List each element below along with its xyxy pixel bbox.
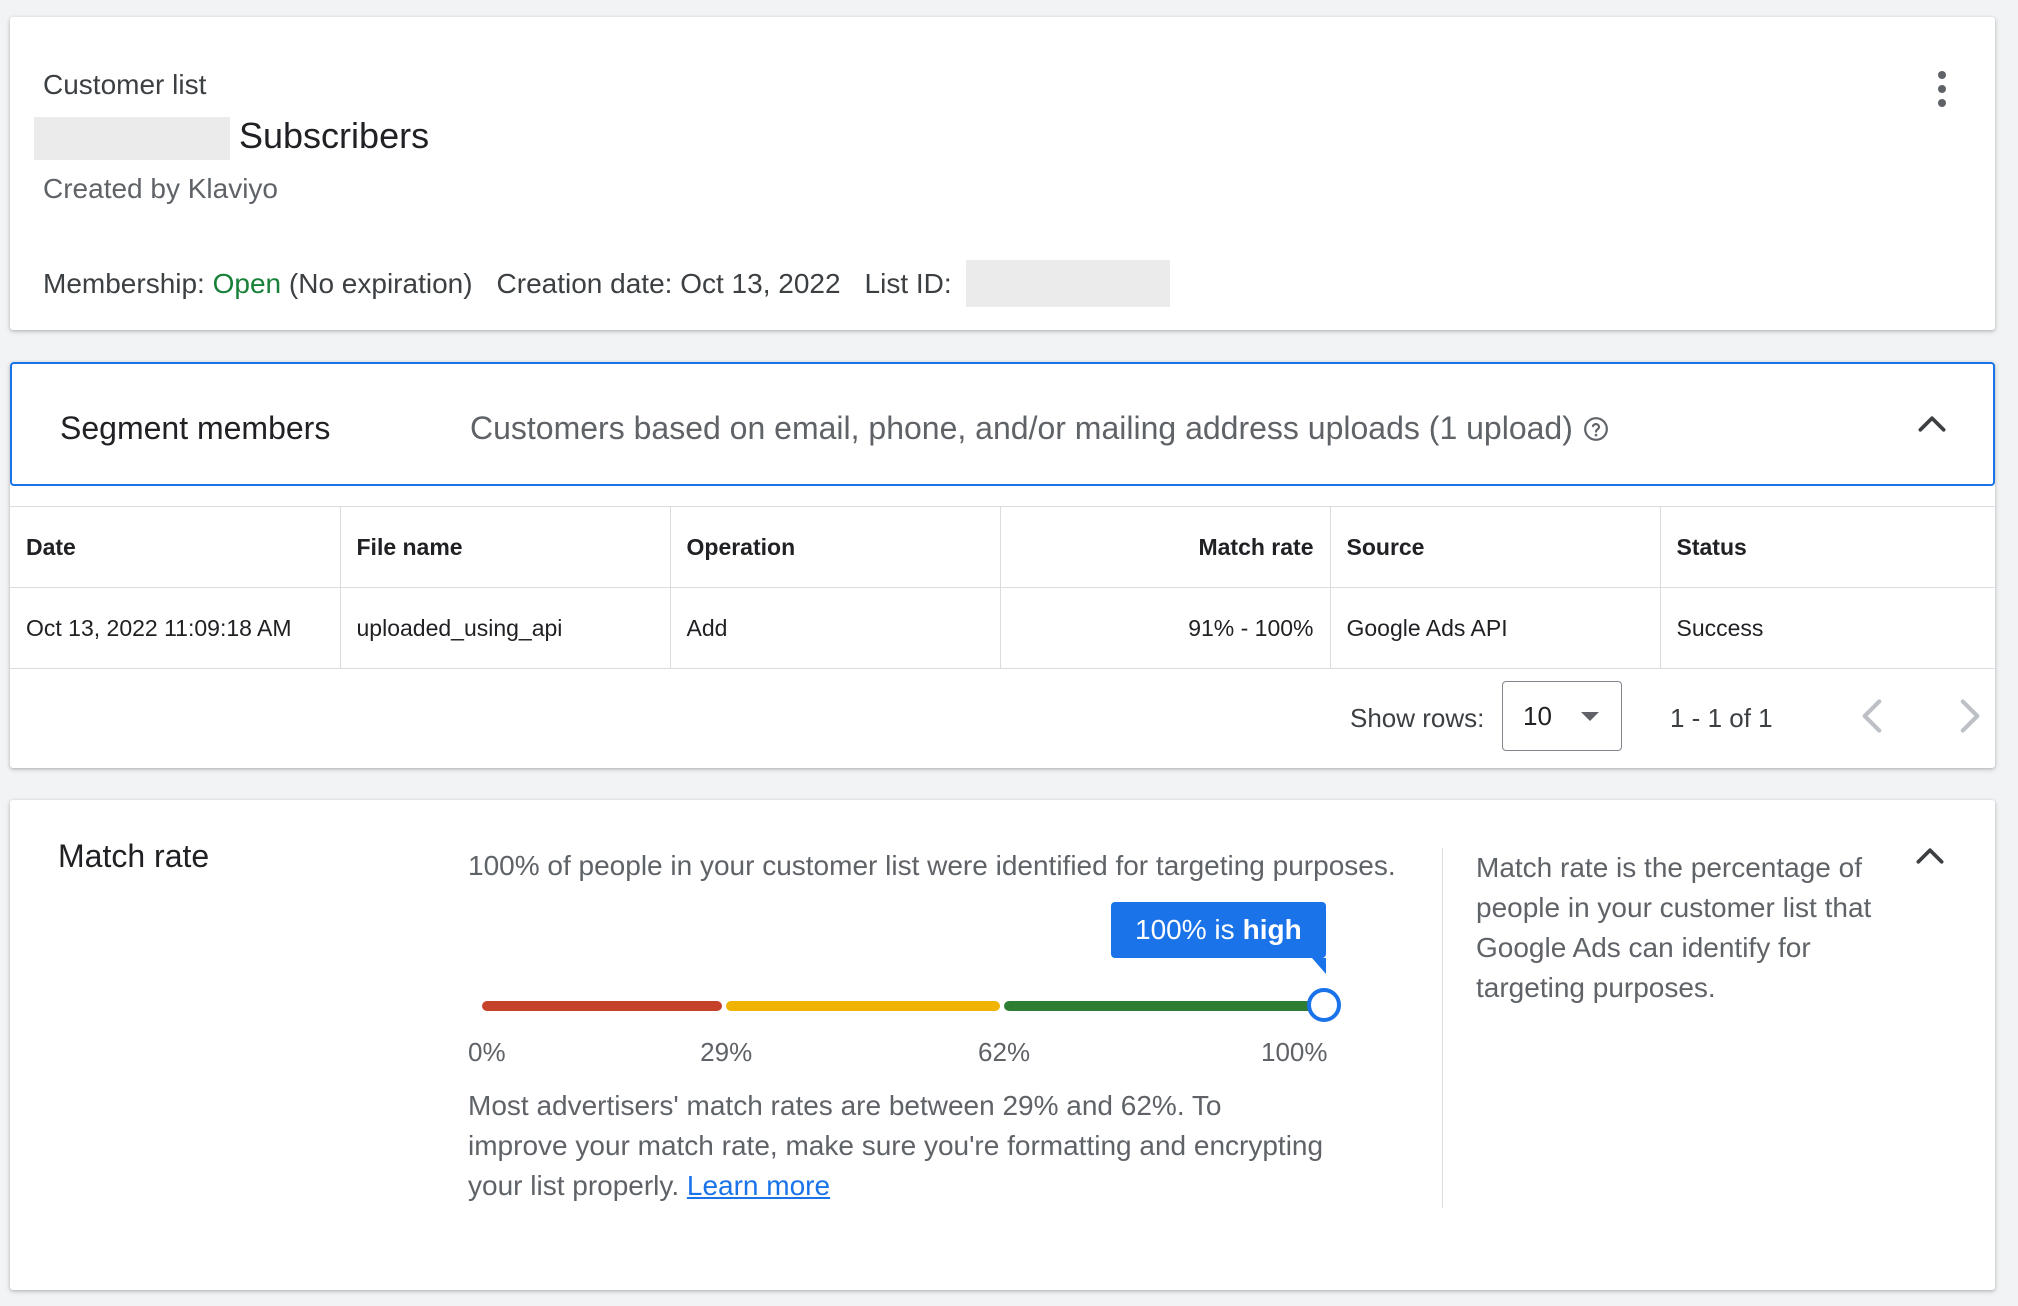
column-header-operation[interactable]: Operation [670, 506, 1001, 588]
match-rate-card: Match rate 100% of people in your custom… [10, 800, 1995, 1290]
redacted-name-block [34, 117, 230, 160]
gauge-tick-label: 0% [468, 1037, 506, 1067]
membership-label: Membership: [43, 267, 205, 299]
match-rate-note-text: Most advertisers' match rates are betwee… [468, 1090, 1324, 1201]
match-rate-note: Most advertisers' match rates are betwee… [468, 1086, 1328, 1206]
gauge-segment-medium [726, 1001, 1001, 1011]
gauge-tick-label: 62% [978, 1037, 1031, 1067]
gauge-tick-label: 100% [1261, 1037, 1328, 1067]
uploads-table: Date File name Operation Match rate Sour… [10, 506, 1995, 669]
list-meta-row: Membership: Open (No expiration) Creatio… [43, 260, 1170, 307]
match-rate-title: Match rate [58, 838, 210, 874]
match-rate-gauge: 100% is high 0% 29% 62% 100% [468, 900, 1348, 1100]
membership-expiration: (No expiration) [288, 267, 473, 299]
cell-date: Oct 13, 2022 11:09:18 AM [10, 587, 341, 669]
learn-more-link[interactable]: Learn more [687, 1170, 830, 1201]
cell-file-name: uploaded_using_api [340, 587, 671, 669]
gauge-tick-label: 29% [700, 1037, 753, 1067]
pagination-range: 1 - 1 of 1 [1670, 703, 1773, 733]
membership-status: Open [212, 267, 282, 299]
gauge-segment-high [1004, 1001, 1324, 1011]
tooltip-pointer [1312, 958, 1326, 974]
table-pagination: Show rows: 10 1 - 1 of 1 [10, 669, 1995, 767]
show-rows-label: Show rows: [1350, 703, 1485, 733]
dropdown-caret-icon [1581, 712, 1599, 721]
rows-per-page-select[interactable]: 10 [1502, 681, 1622, 751]
rows-per-page-value: 10 [1523, 700, 1552, 731]
list-id-label: List ID: [864, 267, 952, 299]
tooltip-value: 100% is [1135, 914, 1235, 945]
table-row: Oct 13, 2022 11:09:18 AM uploaded_using_… [10, 587, 1995, 669]
column-header-file-name[interactable]: File name [340, 506, 671, 588]
gauge-segment-low [482, 1001, 723, 1011]
collapse-chevron-up-icon[interactable] [1910, 836, 1950, 876]
list-name: Subscribers [239, 115, 430, 156]
gauge-marker-knob[interactable] [1307, 988, 1341, 1022]
cell-match-rate: 91% - 100% [1000, 587, 1331, 669]
collapse-chevron-up-icon[interactable] [1912, 404, 1952, 444]
column-header-match-rate[interactable]: Match rate [1000, 506, 1331, 588]
column-header-source[interactable]: Source [1330, 506, 1661, 588]
more-options-icon[interactable] [1924, 65, 1960, 113]
match-rate-explanation: Match rate is the percentage of people i… [1476, 852, 1872, 1003]
column-header-status[interactable]: Status [1660, 506, 1995, 588]
match-rate-tooltip: 100% is high [1111, 902, 1326, 958]
created-by-text: Created by Klaviyo [43, 173, 279, 204]
tooltip-level: high [1242, 914, 1302, 945]
creation-date: Creation date: Oct 13, 2022 [496, 267, 841, 299]
list-header-card: Customer list Subscribers Created by Kla… [10, 17, 1995, 330]
vertical-divider [1442, 848, 1443, 1208]
cell-operation: Add [670, 587, 1001, 669]
match-rate-summary: 100% of people in your customer list wer… [468, 850, 1396, 881]
redacted-list-id [965, 260, 1170, 307]
cell-source: Google Ads API [1330, 587, 1661, 669]
list-type-label: Customer list [43, 69, 207, 100]
table-header-row: Date File name Operation Match rate Sour… [10, 506, 1995, 588]
column-header-date[interactable]: Date [10, 506, 341, 588]
segment-members-description: Customers based on email, phone, and/or … [470, 410, 1609, 447]
segment-members-header[interactable]: Segment members Customers based on email… [10, 362, 1995, 486]
segment-members-title: Segment members [60, 410, 331, 446]
cell-status: Success [1660, 587, 1995, 669]
next-page-icon[interactable] [1944, 691, 1994, 741]
segment-description-text: Customers based on email, phone, and/or … [470, 410, 1573, 446]
help-icon[interactable] [1583, 416, 1609, 442]
segment-members-card: Segment members Customers based on email… [10, 362, 1995, 768]
previous-page-icon[interactable] [1848, 691, 1898, 741]
